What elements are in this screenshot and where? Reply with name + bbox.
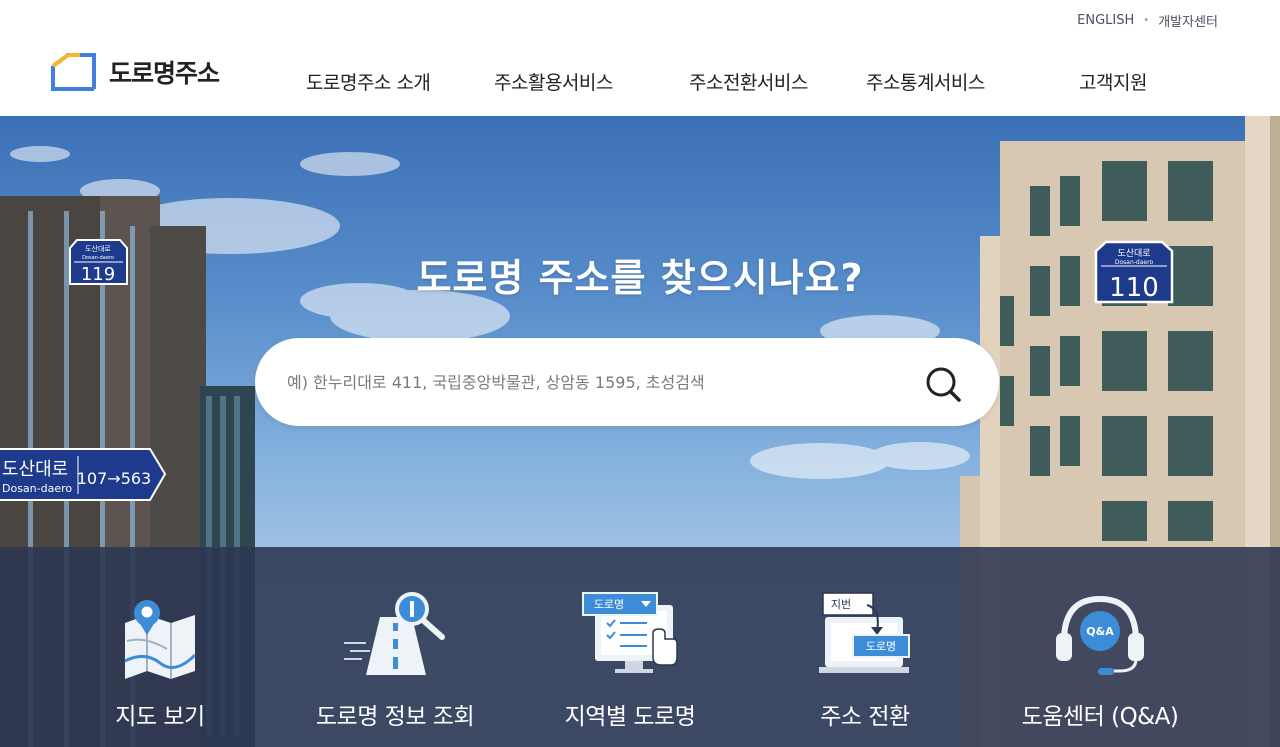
nav-utilization-service[interactable]: 주소활용서비스 [494,68,613,95]
road-search-icon [344,592,445,675]
search-bar [255,338,999,426]
regional-road-icon: 도로명 [582,592,678,673]
nav-intro[interactable]: 도로명주소 소개 [306,68,431,95]
search-icon [926,367,961,402]
utility-links: ENGLISH • 개발자센터 [1077,11,1218,30]
developer-center-link[interactable]: 개발자센터 [1158,11,1218,30]
quick-address-conversion[interactable]: 지번 도로명 주소 전환 [765,547,965,747]
road-sign-dosan-daero: 도산대로 Dosan-daero 107→563 [0,448,167,501]
quick-map-view-label: 지도 보기 [115,704,205,730]
svg-text:도로명: 도로명 [866,640,896,653]
hero-title: 도로명 주소를 찾으시나요? [416,256,864,300]
nav-statistics-service[interactable]: 주소통계서비스 [866,68,985,95]
quick-regional-roads[interactable]: 도로명 지역별 도로명 [530,547,730,747]
quick-road-info[interactable]: 도로명 정보 조회 [295,547,495,747]
quick-menu: 지도 보기 도로명 정보 조회 도로명 지역별 도로명 지번 도로명 주소 전환… [0,547,1280,747]
svg-text:Dosan-daero: Dosan-daero [2,482,72,495]
nav-conversion-service[interactable]: 주소전환서비스 [689,68,808,95]
quick-map-view[interactable]: 지도 보기 [60,547,260,747]
svg-text:지번: 지번 [831,598,851,611]
svg-text:Q&A: Q&A [1086,625,1114,638]
map-pin-icon [124,600,197,679]
english-link[interactable]: ENGLISH [1077,13,1134,28]
quick-address-conversion-label: 주소 전환 [820,704,910,730]
hero-banner: 도산대로 Dosan-daero 119 도산대로 Dosan-daero 10… [0,116,1280,747]
quick-regional-roads-label: 지역별 도로명 [564,704,696,730]
search-button[interactable] [919,360,967,408]
nav-customer-support[interactable]: 고객지원 [1079,68,1147,95]
site-header: ENGLISH • 개발자센터 도로명주소 도로명주소 소개 주소활용서비스 주… [0,0,1280,116]
svg-text:도로명: 도로명 [594,598,624,611]
separator-dot: • [1143,15,1150,26]
address-convert-icon: 지번 도로명 [819,592,910,673]
quick-help-center[interactable]: Q&A 도움센터 (Q&A) [1000,547,1200,747]
svg-text:도산대로: 도산대로 [2,459,68,480]
quick-help-center-label: 도움센터 (Q&A) [1021,704,1179,730]
quick-road-info-label: 도로명 정보 조회 [315,704,475,730]
address-search-input[interactable] [287,362,907,402]
main-nav: 도로명주소 소개 주소활용서비스 주소전환서비스 주소통계서비스 고객지원 [0,68,1280,94]
svg-text:107→563: 107→563 [77,469,151,488]
headset-qa-icon: Q&A [1056,595,1144,675]
